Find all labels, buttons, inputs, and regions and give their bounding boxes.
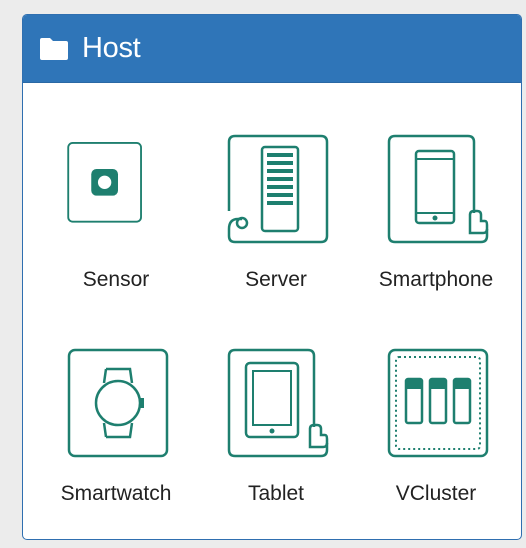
folder-icon xyxy=(40,37,68,60)
host-panel: Host Sensor Server Smartphone Smartwatch… xyxy=(22,14,522,540)
panel-title: Host xyxy=(82,32,141,64)
smartphone-icon xyxy=(387,134,489,244)
tablet-icon xyxy=(227,348,329,458)
tile-label-sensor: Sensor xyxy=(82,268,150,291)
panel-header[interactable]: Host xyxy=(23,15,521,83)
host-tile-smartphone[interactable]: Smartphone xyxy=(379,133,521,323)
sensor-icon xyxy=(67,142,142,223)
host-tile-sensor[interactable]: Sensor xyxy=(61,133,201,323)
smartwatch-icon xyxy=(67,348,169,458)
server-icon xyxy=(227,134,329,244)
tile-label-tablet: Tablet xyxy=(247,482,305,505)
tile-label-vcluster: VCluster xyxy=(395,482,477,505)
tile-label-smartwatch: Smartwatch xyxy=(60,482,172,505)
tile-label-server: Server xyxy=(245,268,307,291)
vcluster-icon xyxy=(387,348,489,458)
tile-label-smartphone: Smartphone xyxy=(378,268,494,291)
host-tile-server[interactable]: Server xyxy=(221,133,361,323)
host-tile-smartwatch[interactable]: Smartwatch xyxy=(61,347,201,537)
host-tile-tablet[interactable]: Tablet xyxy=(221,347,361,537)
host-tile-vcluster[interactable]: VCluster xyxy=(381,347,521,537)
